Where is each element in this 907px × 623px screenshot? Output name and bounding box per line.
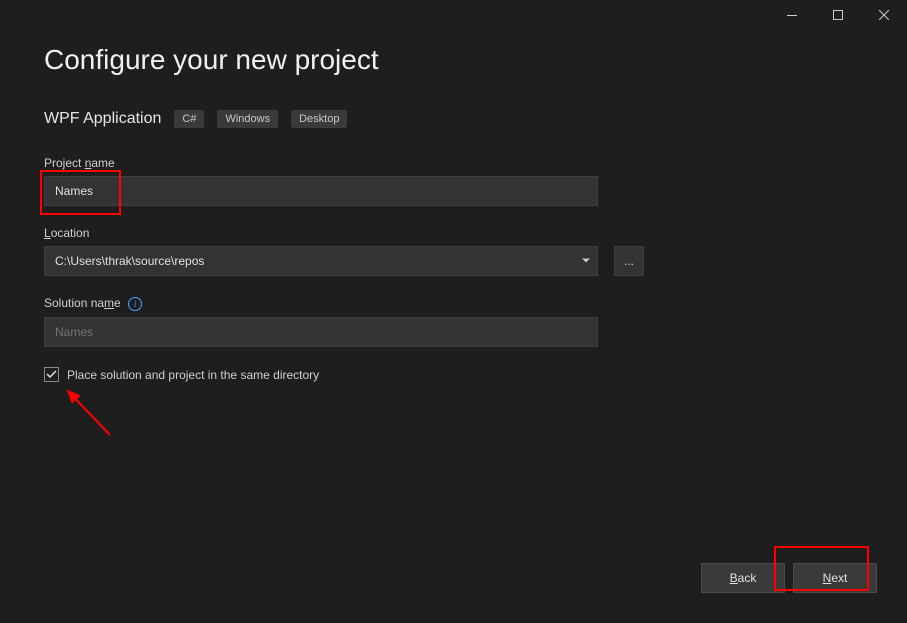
project-name-label: Project name bbox=[44, 156, 863, 170]
location-dropdown[interactable] bbox=[44, 246, 598, 276]
content-area: Configure your new project WPF Applicati… bbox=[0, 30, 907, 382]
same-directory-checkbox[interactable] bbox=[44, 367, 59, 382]
template-tag: Desktop bbox=[291, 110, 347, 128]
same-directory-label: Place solution and project in the same d… bbox=[67, 368, 319, 382]
location-row: ... bbox=[44, 246, 863, 276]
location-input[interactable] bbox=[44, 246, 598, 276]
browse-button[interactable]: ... bbox=[614, 246, 644, 276]
footer-buttons: Back Next bbox=[701, 563, 877, 593]
solution-name-group: Solution name i bbox=[44, 296, 863, 347]
template-tag: C# bbox=[174, 110, 204, 128]
back-button[interactable]: Back bbox=[701, 563, 785, 593]
maximize-icon bbox=[833, 10, 843, 20]
solution-name-input bbox=[44, 317, 598, 347]
check-icon bbox=[46, 370, 57, 379]
solution-name-label: Solution name i bbox=[44, 296, 863, 311]
template-row: WPF Application C# Windows Desktop bbox=[44, 110, 863, 128]
same-directory-row[interactable]: Place solution and project in the same d… bbox=[44, 367, 863, 382]
location-label: Location bbox=[44, 226, 863, 240]
close-icon bbox=[879, 10, 889, 20]
project-name-input[interactable] bbox=[44, 176, 598, 206]
close-button[interactable] bbox=[861, 0, 907, 30]
titlebar bbox=[0, 0, 907, 30]
minimize-button[interactable] bbox=[769, 0, 815, 30]
minimize-icon bbox=[787, 15, 797, 16]
project-name-group: Project name bbox=[44, 156, 863, 206]
location-group: Location ... bbox=[44, 226, 863, 276]
info-icon[interactable]: i bbox=[128, 297, 142, 311]
next-button[interactable]: Next bbox=[793, 563, 877, 593]
page-title: Configure your new project bbox=[44, 44, 863, 76]
template-name: WPF Application bbox=[44, 110, 161, 128]
maximize-button[interactable] bbox=[815, 0, 861, 30]
template-tag: Windows bbox=[217, 110, 278, 128]
annotation-arrow bbox=[60, 385, 120, 445]
